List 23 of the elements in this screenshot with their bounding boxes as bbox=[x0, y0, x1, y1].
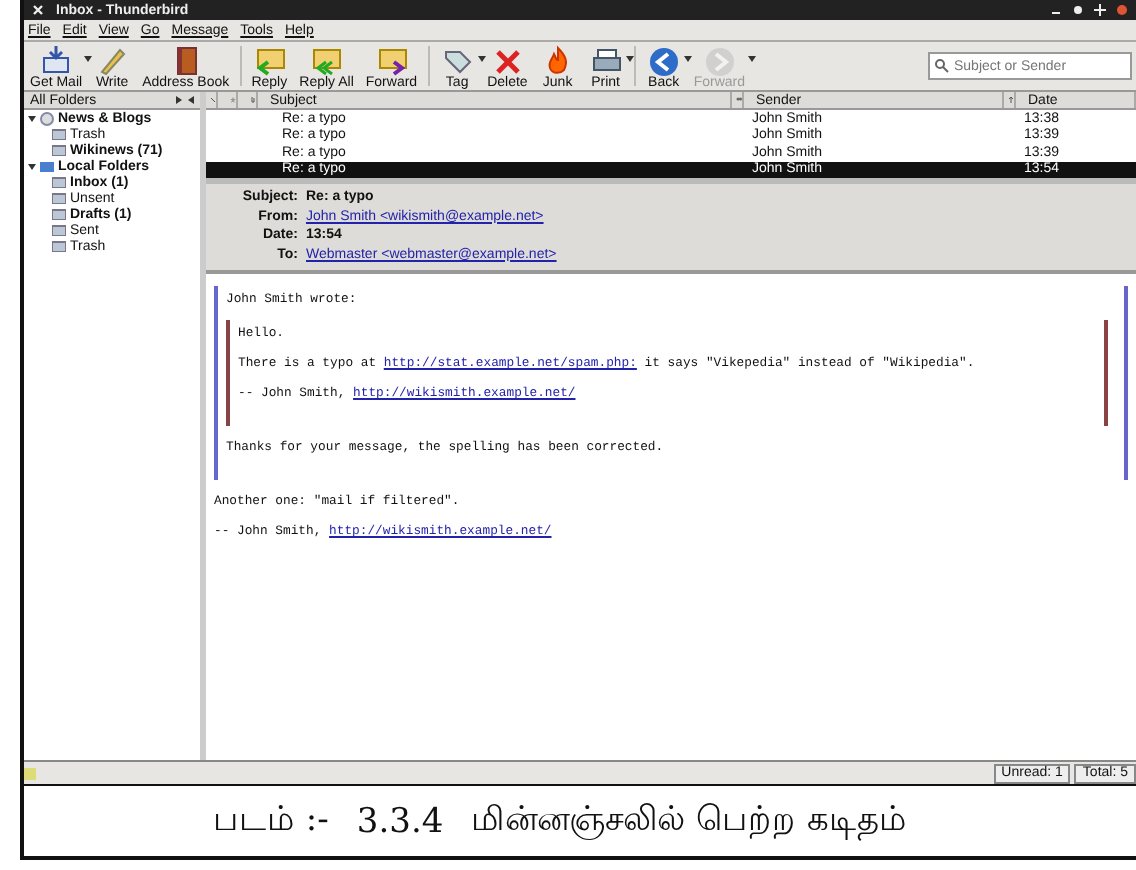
reply-all-icon bbox=[308, 43, 345, 75]
caret-icon bbox=[84, 55, 93, 61]
caret-icon bbox=[477, 55, 486, 61]
figure-number: 3.3.4 bbox=[356, 801, 444, 841]
star-icon[interactable] bbox=[226, 92, 238, 108]
close-icon[interactable] bbox=[32, 4, 44, 16]
maximize-icon[interactable] bbox=[1094, 4, 1106, 16]
reply-icon bbox=[251, 43, 288, 75]
paperclip-icon[interactable] bbox=[246, 92, 258, 108]
arrows-icon[interactable] bbox=[176, 96, 194, 104]
caret-icon bbox=[625, 55, 634, 61]
forward-icon bbox=[373, 43, 410, 75]
collapse-icon[interactable] bbox=[28, 114, 36, 122]
collapse-icon[interactable] bbox=[28, 162, 36, 170]
status-icon bbox=[24, 765, 36, 781]
caret-icon bbox=[747, 55, 755, 61]
caption-label: படம் :- bbox=[213, 800, 329, 842]
caret-icon bbox=[683, 55, 692, 61]
envelope-arrow-icon bbox=[38, 43, 75, 75]
restore-icon[interactable] bbox=[1072, 4, 1084, 16]
printer-icon bbox=[587, 43, 624, 75]
caption-text: மின்னஞ்சலில் பெற்ற கடிதம் bbox=[471, 800, 907, 842]
people-icon[interactable] bbox=[732, 92, 744, 108]
